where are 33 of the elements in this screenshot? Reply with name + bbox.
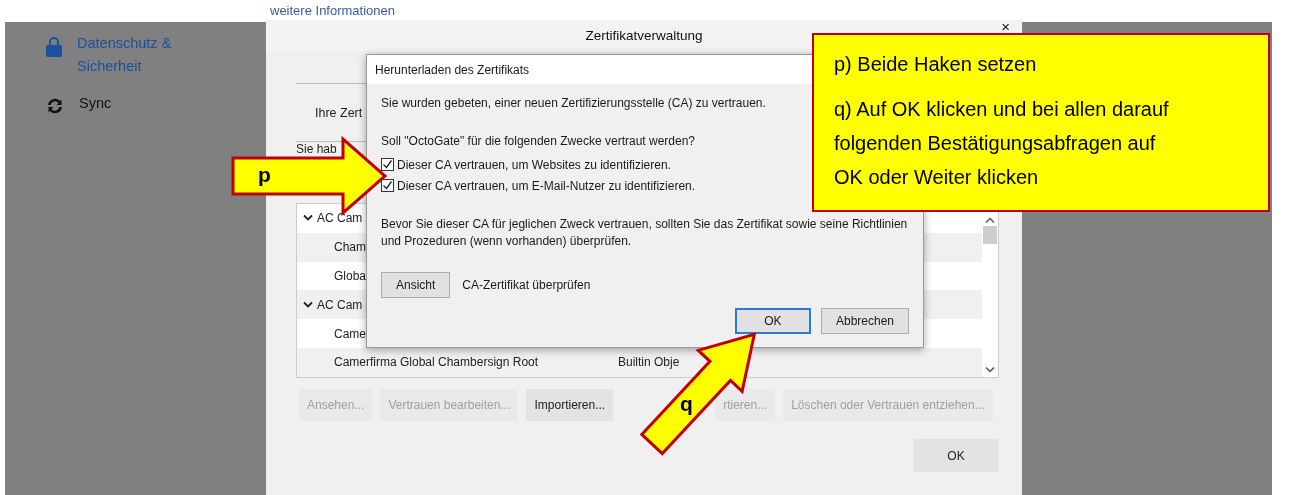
checkbox[interactable] [381,158,394,171]
action-button[interactable]: Importieren... [526,389,614,421]
certificate-name[interactable]: Camerfirma Global Chambersign Root [334,355,618,370]
advice-text: Bevor Sie dieser CA für jeglichen Zweck vertrauen, sollten Sie das Zertifikat sowie seine Richtlinien und Prozeduren (wenn vorhanden) überprüfen. [381,216,909,250]
close-button[interactable]: × [1001,20,1010,34]
checkbox[interactable] [381,179,394,192]
arrow-label: p [258,163,271,187]
scroll-up-icon[interactable] [985,216,995,224]
lock-icon [45,36,63,58]
arrow-label: q [680,392,693,416]
more-info-link[interactable]: weitere Informationen [270,3,395,18]
question-text: Soll "OctoGate" für die folgenden Zwecke vertraut werden? [381,134,695,148]
scrollbar-thumb[interactable] [983,226,997,244]
group-name[interactable]: AC Cam [317,297,363,312]
window-title: Zertifikatverwaltung [585,28,703,43]
view-button[interactable]: Ansicht [381,272,451,298]
checkbox-label[interactable]: Dieser CA vertrauen, um Websites zu identifizieren. [397,157,671,172]
intro-text: Sie hab [296,142,337,156]
tab[interactable]: Ihre Zert [315,105,363,120]
dialog-message: Sie wurden gebeten, einer neuen Zertifizierungsstelle (CA) zu vertrauen. [381,96,766,110]
chevron-down-icon[interactable] [303,214,313,223]
sync-icon [45,96,65,116]
chevron-down-icon[interactable] [303,300,313,309]
view-caption: CA-Zertifikat überprüfen [462,278,591,292]
checkbox-label[interactable]: Dieser CA vertrauen, um E-Mail-Nutzer zu identifizieren. [397,178,696,193]
dialog-button[interactable]: OK [734,308,811,334]
dialog-button[interactable]: Abbrechen [820,308,909,334]
note-text: q) Auf OK klicken und bei allen darauf folgenden Bestätigungsabfragen auf OK oder Weiter klicken [834,97,1170,190]
scroll-down-icon[interactable] [985,366,995,374]
ok-button[interactable]: OK [913,439,999,472]
group-name[interactable]: AC Cam [317,211,363,226]
token-name: Builtin Obje [618,355,680,370]
sidebar-item[interactable]: Sync [45,92,205,116]
